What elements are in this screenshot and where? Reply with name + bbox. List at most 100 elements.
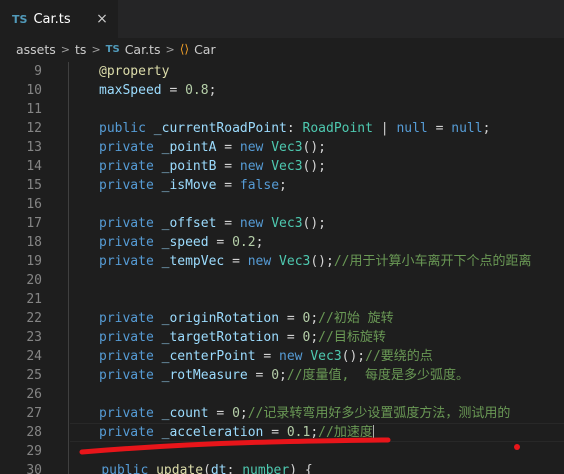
code-token: null bbox=[451, 121, 483, 136]
code-token: = bbox=[208, 235, 233, 250]
code-token: _speed bbox=[161, 235, 209, 250]
line-number: 28 bbox=[26, 425, 42, 440]
code-token: Vec3 bbox=[279, 254, 311, 269]
code-token: false bbox=[239, 178, 280, 193]
typescript-file-icon: TS bbox=[105, 43, 120, 55]
close-icon[interactable]: × bbox=[94, 11, 110, 27]
code-content: private _centerPoint = new Vec3();//要绕的点 bbox=[99, 347, 433, 366]
code-token: Vec3 bbox=[271, 216, 303, 231]
code-token: private bbox=[99, 140, 154, 155]
code-token: 0.1 bbox=[286, 425, 311, 440]
typescript-file-icon: TS bbox=[12, 12, 28, 26]
code-token: _pointB bbox=[161, 159, 217, 174]
code-token: //用于计算小车离开下个点的距离 bbox=[333, 254, 532, 269]
code-line[interactable]: 11 bbox=[0, 100, 564, 119]
breadcrumb-folder-assets[interactable]: assets bbox=[16, 42, 56, 57]
breadcrumb-file[interactable]: Car.ts bbox=[125, 42, 161, 57]
code-token: _pointA bbox=[161, 140, 217, 155]
line-number: 18 bbox=[26, 235, 42, 250]
code-line[interactable]: 18 private _speed = 0.2; bbox=[0, 233, 564, 252]
code-content: public update(dt: number) { bbox=[70, 461, 313, 474]
class-symbol-icon: ⟨⟩ bbox=[179, 42, 190, 56]
chevron-right-icon: > bbox=[165, 42, 175, 56]
code-token: _currentRoadPoint bbox=[153, 121, 287, 136]
line-number: 26 bbox=[26, 387, 42, 402]
code-line[interactable]: 14 private _pointB = new Vec3(); bbox=[0, 157, 564, 176]
code-line[interactable]: 15 private _isMove = false; bbox=[0, 176, 564, 195]
code-token: _tempVec bbox=[161, 254, 225, 269]
code-content: private _count = 0;//记录转弯用好多少设置弧度方法，测试用的 bbox=[99, 404, 510, 423]
code-token: (); bbox=[302, 216, 327, 231]
code-token: = bbox=[216, 216, 240, 231]
code-content: private _tempVec = new Vec3();//用于计算小车离开… bbox=[99, 252, 532, 271]
code-token: = bbox=[427, 121, 452, 136]
code-line[interactable]: 13 private _pointA = new Vec3(); bbox=[0, 138, 564, 157]
code-token: : bbox=[226, 463, 243, 474]
line-number: 15 bbox=[26, 178, 42, 193]
code-token: _acceleration bbox=[161, 425, 264, 440]
code-line[interactable]: 26 bbox=[0, 385, 564, 404]
code-content: maxSpeed = 0.8; bbox=[99, 81, 216, 100]
code-line[interactable]: 25 private _rotMeasure = 0;//度量值, 每度是多少弧度… bbox=[0, 366, 564, 385]
code-line[interactable]: 21 bbox=[0, 290, 564, 309]
code-token: : bbox=[286, 121, 303, 136]
code-token: maxSpeed bbox=[99, 83, 162, 98]
code-line[interactable]: 9 @property bbox=[0, 62, 564, 81]
code-line[interactable]: 17 private _offset = new Vec3(); bbox=[0, 214, 564, 233]
code-token: private bbox=[99, 311, 154, 326]
code-token: //加速度 bbox=[318, 425, 373, 440]
code-token: 0.8 bbox=[185, 83, 209, 98]
code-token: _offset bbox=[161, 216, 217, 231]
code-token: new bbox=[239, 159, 264, 174]
code-line[interactable]: 29 bbox=[0, 442, 564, 461]
tab-car-ts[interactable]: TS Car.ts × bbox=[0, 0, 118, 38]
code-content: private _originRotation = 0;//初始 旋转 bbox=[99, 309, 394, 328]
code-token: ) { bbox=[289, 463, 313, 474]
code-token: (); bbox=[302, 140, 327, 155]
code-token: (); bbox=[302, 159, 327, 174]
code-token: = bbox=[216, 159, 240, 174]
code-token: _centerPoint bbox=[161, 349, 256, 364]
code-token: ; bbox=[255, 235, 264, 250]
code-token: new bbox=[279, 349, 303, 364]
code-line[interactable]: 30 public update(dt: number) { bbox=[0, 461, 564, 474]
code-token: ; bbox=[279, 368, 287, 383]
code-token: = bbox=[255, 349, 280, 364]
code-token: | bbox=[372, 121, 397, 136]
line-number: 17 bbox=[26, 216, 42, 231]
code-token: number bbox=[242, 463, 290, 474]
code-line[interactable]: 10 maxSpeed = 0.8; bbox=[0, 81, 564, 100]
code-editor[interactable]: 9 @property 10 maxSpeed = 0.8; 11 12 public _c… bbox=[0, 62, 564, 474]
code-line[interactable]: 22 private _originRotation = 0;//初始 旋转 bbox=[0, 309, 564, 328]
code-token: = bbox=[208, 406, 233, 421]
code-token: private bbox=[99, 330, 154, 345]
breadcrumb-symbol[interactable]: Car bbox=[194, 42, 216, 57]
code-line[interactable]: 28 private _acceleration = 0.1;//加速度 bbox=[0, 423, 564, 442]
code-line[interactable]: 12 public _currentRoadPoint: RoadPoint | … bbox=[0, 119, 564, 138]
code-token: ; bbox=[208, 83, 217, 98]
breadcrumb: assets > ts > TS Car.ts > ⟨⟩ Car bbox=[0, 38, 564, 60]
code-token: //初始 旋转 bbox=[318, 311, 394, 326]
code-token: Vec3 bbox=[271, 159, 303, 174]
code-content: private _speed = 0.2; bbox=[99, 233, 263, 252]
code-token: _rotMeasure bbox=[161, 368, 248, 383]
line-number: 14 bbox=[26, 159, 42, 174]
code-token: 0.2 bbox=[232, 235, 256, 250]
code-token: ; bbox=[310, 425, 319, 440]
code-line[interactable]: 27 private _count = 0;//记录转弯用好多少设置弧度方法，测试… bbox=[0, 404, 564, 423]
code-line[interactable]: 20 bbox=[0, 271, 564, 290]
code-token: //度量值, 每度是多少弧度。 bbox=[286, 368, 469, 383]
code-token: ; bbox=[310, 311, 319, 326]
code-line[interactable]: 24 private _centerPoint = new Vec3();//要绕… bbox=[0, 347, 564, 366]
code-token: _originRotation bbox=[161, 311, 280, 326]
code-line[interactable]: 16 bbox=[0, 195, 564, 214]
code-line[interactable]: 19 private _tempVec = new Vec3();//用于计算小车… bbox=[0, 252, 564, 271]
breadcrumb-folder-ts[interactable]: ts bbox=[75, 42, 86, 57]
code-line[interactable]: 23 private _targetRotation = 0;//目标旋转 bbox=[0, 328, 564, 347]
